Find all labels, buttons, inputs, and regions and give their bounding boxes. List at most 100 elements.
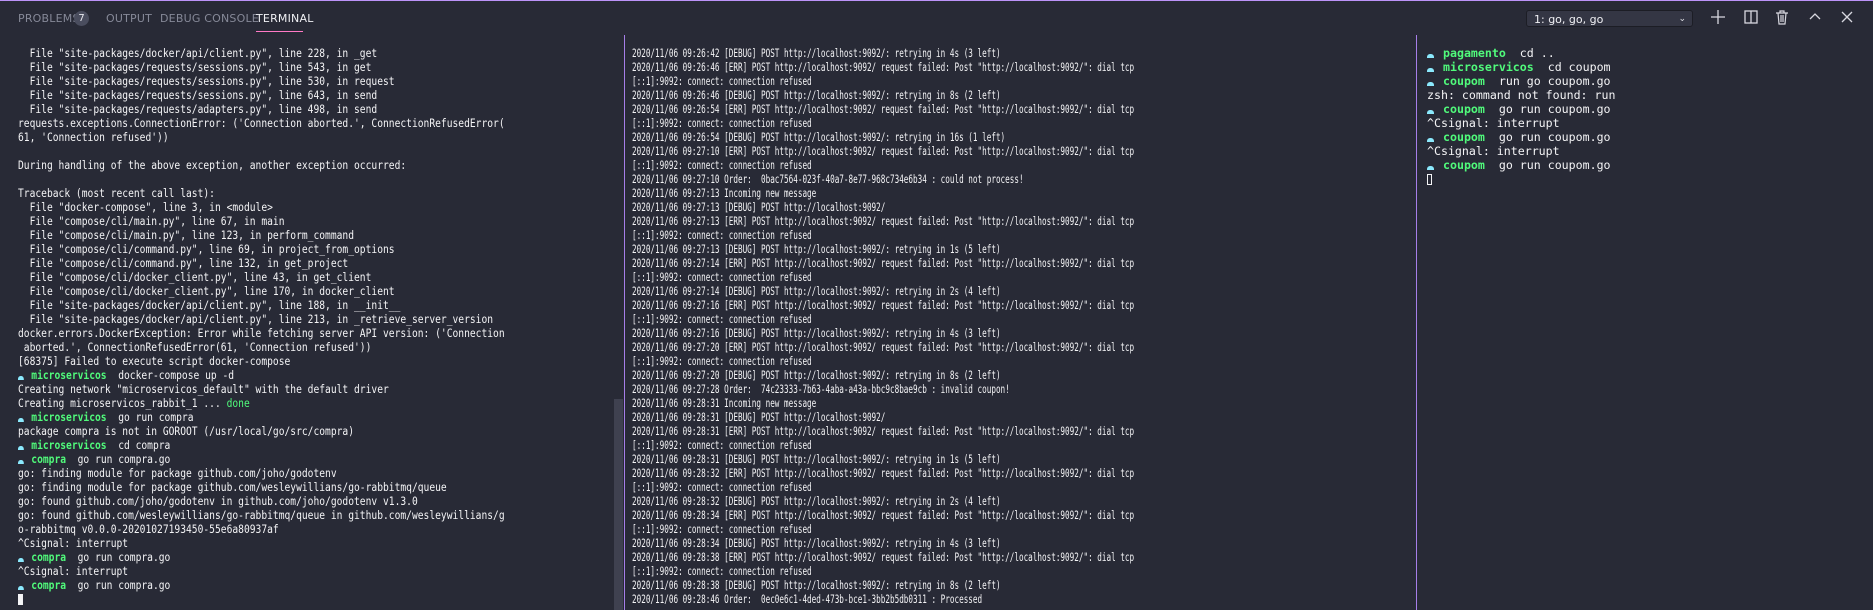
prompt-line: microservicos go run compra (18, 410, 505, 424)
output-line: File "compose/cli/main.py", line 123, in… (18, 228, 505, 242)
output-line: go: found github.com/wesleywillians/go-r… (18, 508, 505, 522)
output-line: 2020/11/06 09:27:16 [ERR] POST http://lo… (632, 298, 1134, 312)
prompt-line: microservicos cd compra (18, 438, 505, 452)
output-line: [68375] Failed to execute script docker-… (18, 354, 505, 368)
output-text: File "compose/cli/main.py", line 123, in… (18, 228, 355, 242)
terminal-pane-logs[interactable]: 2020/11/06 09:26:42 [DEBUG] POST http://… (632, 46, 1134, 606)
output-line: 2020/11/06 09:27:28 Order: 74c23333-7b63… (632, 382, 1134, 396)
output-text: o-rabbitmq v0.0.0-20201027193450-55e6a80… (18, 522, 279, 536)
prompt-command: go run coupom.go (1498, 130, 1611, 144)
prompt-command: run go coupom.go (1498, 74, 1611, 88)
prompt-cloud-icon (1427, 166, 1434, 170)
terminal-select[interactable]: 1: go, go, go ⌄ (1526, 10, 1693, 27)
output-text: File "site-packages/docker/api/client.py… (18, 46, 378, 60)
prompt-command: cd coupom (1547, 60, 1611, 74)
output-text: [::1]:9092: connect: connection refused (632, 438, 812, 452)
output-text: 2020/11/06 09:27:10 [ERR] POST http://lo… (632, 144, 1135, 158)
output-text: go: found github.com/wesleywillians/go-r… (18, 508, 505, 522)
output-line: File "docker-compose", line 3, in <modul… (18, 200, 505, 214)
output-text: [::1]:9092: connect: connection refused (632, 270, 812, 284)
output-line: [::1]:9092: connect: connection refused (632, 522, 1134, 536)
output-text: 2020/11/06 09:27:20 [DEBUG] POST http://… (632, 368, 1001, 382)
prompt-line: microservicos docker-compose up -d (18, 368, 505, 382)
prompt-command: go run compra.go (77, 578, 171, 592)
terminal-pane-compra[interactable]: File "site-packages/docker/api/client.py… (18, 46, 505, 606)
output-line: go: finding module for package github.co… (18, 480, 505, 494)
output-text: File "site-packages/requests/sessions.py… (18, 74, 395, 88)
output-text: ^Csignal: interrupt (18, 536, 129, 550)
output-line: [::1]:9092: connect: connection refused (632, 354, 1134, 368)
output-line: 2020/11/06 09:27:10 Order: 0bac7564-023f… (632, 172, 1134, 186)
output-line: 2020/11/06 09:28:34 [ERR] POST http://lo… (632, 508, 1134, 522)
output-text: [68375] Failed to execute script docker-… (18, 354, 291, 368)
cursor-line (1427, 172, 1615, 186)
output-line: During handling of the above exception, … (18, 158, 505, 172)
prompt-directory: coupom (1443, 102, 1485, 116)
plus-icon[interactable] (1709, 8, 1727, 26)
cursor-line (18, 592, 505, 606)
output-text: File "compose/cli/docker_client.py", lin… (18, 270, 372, 284)
output-text: [::1]:9092: connect: connection refused (632, 158, 812, 172)
output-line: docker.errors.DockerException: Error whi… (18, 326, 505, 340)
output-line: File "compose/cli/command.py", line 69, … (18, 242, 505, 256)
output-text: ^Csignal: interrupt (1427, 144, 1560, 158)
prompt-directory: compra (31, 550, 67, 564)
tab-debug-console[interactable]: DEBUG CONSOLE (160, 12, 259, 25)
output-line: [::1]:9092: connect: connection refused (632, 312, 1134, 326)
output-text: [::1]:9092: connect: connection refused (632, 116, 812, 130)
output-line: Traceback (most recent call last): (18, 186, 505, 200)
terminal-scrollbar[interactable] (614, 399, 623, 610)
output-line: File "compose/cli/docker_client.py", lin… (18, 270, 505, 284)
panel-tab-bar: PROBLEMS 7 OUTPUT DEBUG CONSOLE TERMINAL… (0, 0, 1873, 35)
output-line: go: finding module for package github.co… (18, 466, 505, 480)
output-line: File "compose/cli/main.py", line 67, in … (18, 214, 505, 228)
prompt-cloud-icon (18, 586, 24, 590)
output-text: ^Csignal: interrupt (1427, 116, 1560, 130)
output-text: File "compose/cli/command.py", line 132,… (18, 256, 349, 270)
output-line: 2020/11/06 09:28:38 [ERR] POST http://lo… (632, 550, 1134, 564)
output-text: requests.exceptions.ConnectionError: ('C… (18, 116, 505, 130)
pane-divider[interactable] (1416, 35, 1417, 610)
output-text: 2020/11/06 09:28:32 [ERR] POST http://lo… (632, 466, 1135, 480)
prompt-command: go run coupom.go (1498, 102, 1611, 116)
prompt-directory: microservicos (31, 438, 107, 452)
prompt-line: microservicos cd coupom (1427, 60, 1615, 74)
tab-problems[interactable]: PROBLEMS (18, 12, 80, 25)
output-text: 2020/11/06 09:26:54 [DEBUG] POST http://… (632, 130, 1006, 144)
close-icon[interactable] (1838, 8, 1856, 26)
trash-icon[interactable] (1773, 8, 1791, 26)
prompt-directory: compra (31, 578, 67, 592)
prompt-command: cd .. (1519, 46, 1555, 60)
pane-divider[interactable] (624, 35, 625, 610)
output-text: go: finding module for package github.co… (18, 466, 337, 480)
output-line: 2020/11/06 09:27:13 [DEBUG] POST http://… (632, 200, 1134, 214)
output-text: [::1]:9092: connect: connection refused (632, 312, 812, 326)
output-text: File "site-packages/requests/adapters.py… (18, 102, 378, 116)
prompt-directory: coupom (1443, 130, 1485, 144)
split-icon[interactable] (1742, 8, 1760, 26)
output-line: 2020/11/06 09:27:13 [ERR] POST http://lo… (632, 214, 1134, 228)
output-line: 61, 'Connection refused')) (18, 130, 505, 144)
chevron-up-icon[interactable] (1806, 8, 1824, 26)
tab-terminal[interactable]: TERMINAL (256, 12, 314, 25)
output-text: 2020/11/06 09:26:54 [ERR] POST http://lo… (632, 102, 1135, 116)
output-line: File "site-packages/requests/sessions.py… (18, 60, 505, 74)
output-text: File "docker-compose", line 3, in <modul… (18, 200, 273, 214)
output-line: zsh: command not found: run (1427, 88, 1615, 102)
output-line: 2020/11/06 09:27:16 [DEBUG] POST http://… (632, 326, 1134, 340)
prompt-directory: coupom (1443, 158, 1485, 172)
prompt-cloud-icon (1427, 138, 1434, 142)
output-line: 2020/11/06 09:27:20 [DEBUG] POST http://… (632, 368, 1134, 382)
output-line: File "compose/cli/command.py", line 132,… (18, 256, 505, 270)
terminal-pane-coupom[interactable]: pagamento cd .. microservicos cd coupom co… (1427, 46, 1615, 186)
tab-output[interactable]: OUTPUT (106, 12, 152, 25)
output-line: File "site-packages/requests/sessions.py… (18, 74, 505, 88)
prompt-directory: coupom (1443, 74, 1485, 88)
output-line: [::1]:9092: connect: connection refused (632, 74, 1134, 88)
output-text: 2020/11/06 09:28:31 [DEBUG] POST http://… (632, 410, 886, 424)
prompt-line: compra go run compra.go (18, 578, 505, 592)
output-text: File "site-packages/docker/api/client.py… (18, 298, 401, 312)
output-text: During handling of the above exception, … (18, 158, 407, 172)
prompt-command: go run coupom.go (1498, 158, 1611, 172)
prompt-line: compra go run compra.go (18, 452, 505, 466)
